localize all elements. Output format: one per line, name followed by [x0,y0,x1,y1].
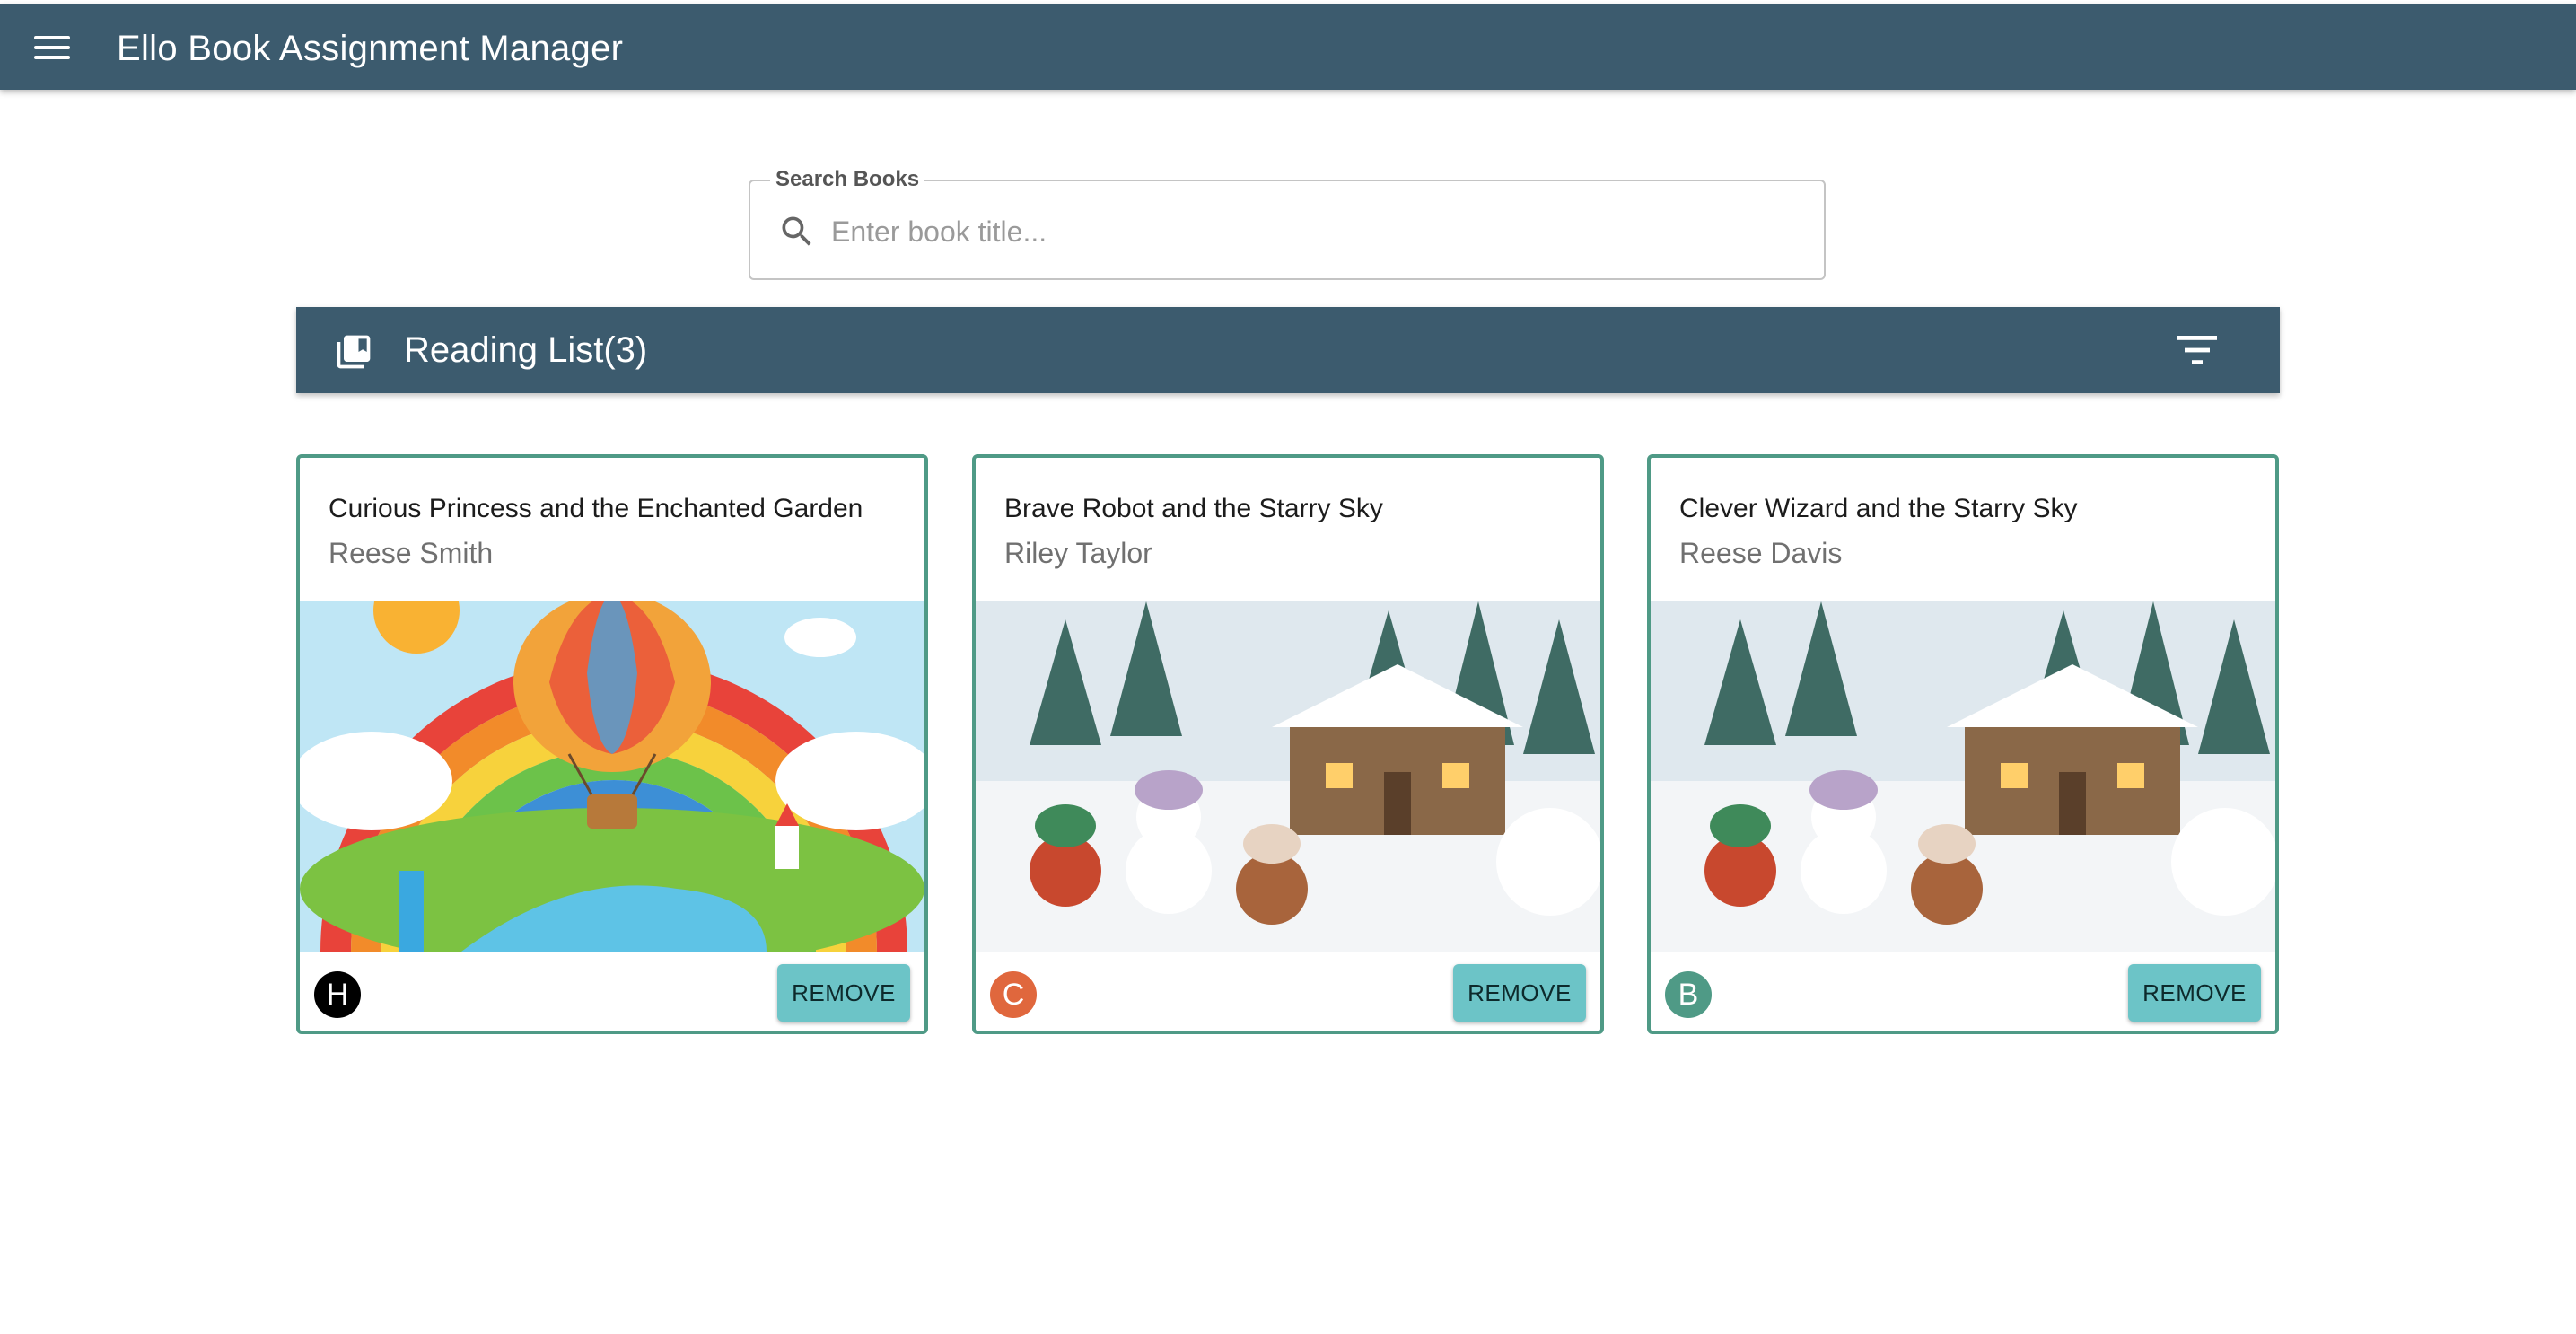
remove-button[interactable]: REMOVE [2128,964,2261,1022]
app-bar: Ello Book Assignment Manager [0,4,2576,90]
reading-list-header: Reading List(3) [296,307,2280,393]
book-author: Reese Davis [1679,537,1843,569]
reading-list-title: Reading List(3) [404,330,648,370]
search-icon [782,216,811,246]
menu-icon[interactable] [34,36,70,61]
book-cover-image [300,601,924,952]
book-title: Clever Wizard and the Starry Sky [1679,494,2078,523]
book-card: Clever Wizard and the Starry Sky Reese D… [1647,454,2279,1034]
library-books-icon [337,335,371,369]
assignee-avatar: H [314,971,361,1018]
remove-button[interactable]: REMOVE [777,964,910,1022]
assignee-avatar: B [1665,971,1712,1018]
book-title: Brave Robot and the Starry Sky [1004,494,1383,523]
assignee-avatar: C [990,971,1037,1018]
book-title: Curious Princess and the Enchanted Garde… [329,494,863,523]
remove-button[interactable]: REMOVE [1453,964,1586,1022]
app-title: Ello Book Assignment Manager [117,29,624,68]
filter-list-icon[interactable] [2177,336,2217,364]
book-author: Reese Smith [329,537,494,569]
search-label: Search Books [770,167,925,192]
book-author: Riley Taylor [1004,537,1152,569]
search-input[interactable] [831,201,1801,262]
search-field[interactable]: Search Books [749,167,1826,280]
book-cover-image [976,601,1600,952]
book-card: Curious Princess and the Enchanted Garde… [296,454,928,1034]
book-card: Brave Robot and the Starry Sky Riley Tay… [972,454,1604,1034]
book-cover-image [1651,601,2275,952]
